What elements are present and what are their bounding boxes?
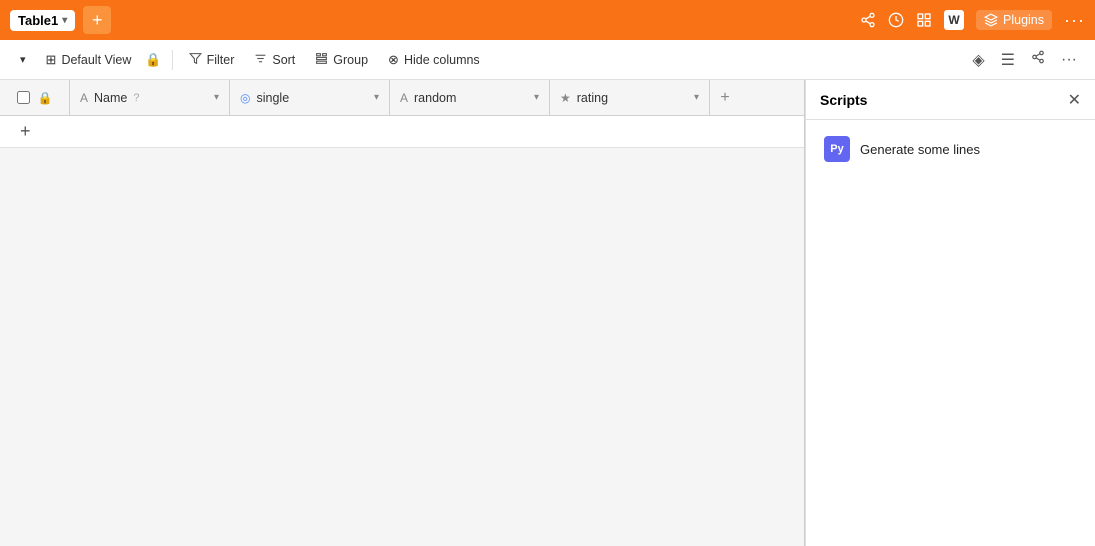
row-lock-icon: 🔒: [38, 91, 53, 105]
column-rating-label: rating: [577, 91, 608, 105]
table-name-label: Table1: [18, 13, 58, 28]
history-icon[interactable]: [888, 12, 904, 28]
lock-icon: 🔒: [145, 52, 161, 68]
filter-button[interactable]: Filter: [181, 48, 243, 72]
scripts-title: Scripts: [820, 92, 867, 108]
script-item[interactable]: Py Generate some lines: [816, 130, 1085, 168]
hide-columns-icon: ⊗: [388, 52, 399, 68]
plugins-label: Plugins: [1003, 13, 1044, 27]
column-rating-dropdown-icon[interactable]: ▾: [694, 92, 699, 103]
text-type-icon: A: [80, 91, 88, 105]
column-random-dropdown-icon[interactable]: ▾: [534, 92, 539, 103]
scripts-close-button[interactable]: ✕: [1068, 90, 1081, 110]
top-bar: Table1 ▾ + W Plugins ···: [0, 0, 1095, 40]
filter-icon: [189, 52, 202, 68]
scripts-panel-header: Scripts ✕: [806, 80, 1095, 120]
default-view-button[interactable]: ⊞ Default View: [38, 48, 140, 72]
column-headers: 🔒 A Name ? ▾ ◎ single ▾ A random ▾: [0, 80, 804, 116]
topbar-actions: W Plugins ···: [860, 10, 1085, 31]
rating-type-icon: ★: [560, 91, 571, 105]
add-table-button[interactable]: +: [83, 6, 111, 34]
random-type-icon: A: [400, 91, 408, 105]
share-icon[interactable]: [860, 12, 876, 28]
add-row-icon: +: [20, 121, 31, 142]
row-select-area: 🔒: [0, 80, 70, 115]
script-py-badge: Py: [824, 136, 850, 162]
plugins-button[interactable]: Plugins: [976, 10, 1052, 30]
toolbar: ▾ ⊞ Default View 🔒 Filter Sort Group ⊗ H…: [0, 40, 1095, 80]
toolbar-divider: [172, 50, 173, 70]
share-data-button[interactable]: [1025, 46, 1051, 73]
scripts-list: Py Generate some lines: [806, 120, 1095, 178]
table-dropdown-icon: ▾: [62, 15, 67, 26]
add-column-button[interactable]: +: [710, 80, 740, 115]
main-content: 🔒 A Name ? ▾ ◎ single ▾ A random ▾: [0, 80, 1095, 546]
more-options-icon[interactable]: ···: [1064, 10, 1085, 31]
column-name-label: Name: [94, 91, 127, 105]
column-random-label: random: [414, 91, 456, 105]
column-single-label: single: [256, 91, 289, 105]
grid-icon: ⊞: [46, 52, 57, 68]
scripts-panel: Scripts ✕ Py Generate some lines: [805, 80, 1095, 546]
notion-icon[interactable]: W: [944, 10, 964, 30]
view-toggle-arrow-icon: ▾: [20, 53, 26, 66]
column-help-icon[interactable]: ?: [133, 92, 139, 104]
select-all-checkbox[interactable]: [17, 91, 30, 104]
more-toolbar-button[interactable]: ···: [1055, 47, 1083, 73]
map-pin-button[interactable]: ◈: [966, 46, 990, 74]
column-header-single[interactable]: ◎ single ▾: [230, 80, 390, 115]
data-rows-area: +: [0, 116, 804, 148]
sort-icon: [254, 52, 267, 68]
hide-columns-button[interactable]: ⊗ Hide columns: [380, 48, 488, 72]
column-header-random[interactable]: A random ▾: [390, 80, 550, 115]
add-row-button[interactable]: +: [0, 116, 804, 148]
group-icon: [315, 52, 328, 68]
single-type-icon: ◎: [240, 91, 250, 105]
column-header-name[interactable]: A Name ? ▾: [70, 80, 230, 115]
toolbar-icon[interactable]: [916, 12, 932, 28]
script-name-label: Generate some lines: [860, 142, 980, 157]
group-button[interactable]: Group: [307, 48, 376, 72]
table-name-button[interactable]: Table1 ▾: [10, 10, 75, 31]
column-name-dropdown-icon[interactable]: ▾: [214, 92, 219, 103]
sort-button[interactable]: Sort: [246, 48, 303, 72]
column-header-rating[interactable]: ★ rating ▾: [550, 80, 710, 115]
view-toggle-button[interactable]: ▾: [12, 49, 34, 70]
list-view-button[interactable]: ☰: [995, 46, 1021, 74]
table-area: 🔒 A Name ? ▾ ◎ single ▾ A random ▾: [0, 80, 805, 546]
column-single-dropdown-icon[interactable]: ▾: [374, 92, 379, 103]
